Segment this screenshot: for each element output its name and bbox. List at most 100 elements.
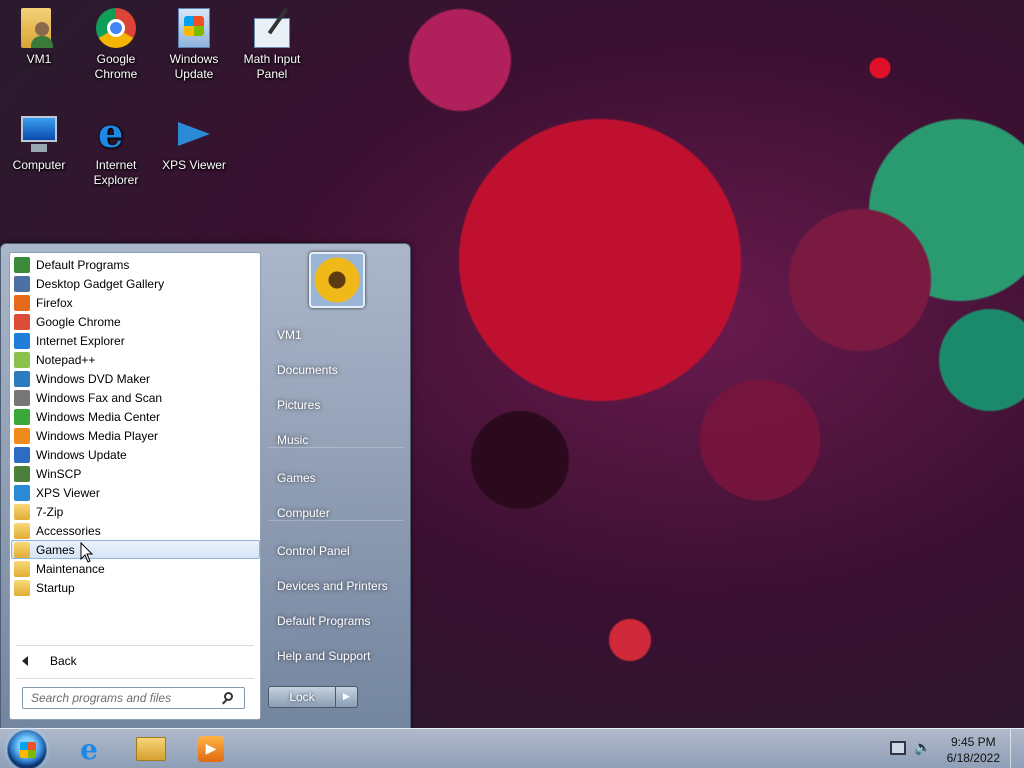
- xps-viewer-icon: [14, 484, 30, 501]
- right-link[interactable]: Control Panel: [269, 536, 405, 566]
- media-player-icon: ▶: [198, 736, 224, 762]
- right-link[interactable]: Devices and Printers: [269, 571, 405, 601]
- volume-icon[interactable]: 🔈: [914, 740, 931, 756]
- taskbar-explorer-button[interactable]: [124, 732, 178, 766]
- start-button[interactable]: [7, 730, 47, 768]
- program-item[interactable]: Internet Explorer: [11, 331, 260, 350]
- program-item[interactable]: WinSCP: [11, 464, 260, 483]
- program-item[interactable]: XPS Viewer: [11, 483, 260, 502]
- ie-icon: [14, 332, 30, 349]
- user-picture[interactable]: [309, 252, 365, 308]
- search-box[interactable]: [22, 687, 245, 709]
- fax-icon: [14, 389, 30, 406]
- back-button[interactable]: Back: [16, 651, 254, 671]
- ie-icon: e: [98, 110, 124, 157]
- program-label: Startup: [36, 580, 75, 595]
- desktop-icon-computer[interactable]: Computer: [0, 112, 78, 173]
- program-item[interactable]: Windows Media Player: [11, 426, 260, 445]
- program-item[interactable]: Startup: [11, 578, 260, 597]
- program-item[interactable]: Default Programs: [11, 255, 260, 274]
- program-item[interactable]: 7-Zip: [11, 502, 260, 521]
- desktop-icon-xps-viewer[interactable]: XPS Viewer: [155, 112, 233, 173]
- math-input-icon: [250, 6, 294, 50]
- gadget-icon: [14, 275, 30, 292]
- program-item[interactable]: Google Chrome: [11, 312, 260, 331]
- desktop-icon-label: XPS Viewer: [162, 158, 226, 172]
- desktop-icon-label: Windows Update: [169, 52, 219, 81]
- folder-icon: [14, 522, 30, 539]
- program-item[interactable]: Windows Fax and Scan: [11, 388, 260, 407]
- program-label: XPS Viewer: [36, 485, 100, 500]
- program-label: Windows DVD Maker: [36, 371, 151, 386]
- program-label: Default Programs: [36, 257, 130, 272]
- program-item[interactable]: Windows DVD Maker: [11, 369, 260, 388]
- desktop-icon-vm1[interactable]: VM1: [0, 6, 78, 67]
- program-label: Desktop Gadget Gallery: [36, 276, 165, 291]
- divider: [16, 678, 254, 679]
- clock-date: 6/18/2022: [946, 751, 1000, 765]
- desktop-icon-google-chrome[interactable]: Google Chrome: [77, 6, 155, 82]
- lock-button[interactable]: Lock: [268, 686, 336, 708]
- program-label: Notepad++: [36, 352, 96, 367]
- desktop-icon-label: VM1: [26, 52, 52, 66]
- right-link[interactable]: Computer: [269, 498, 405, 528]
- program-label: 7-Zip: [36, 504, 64, 519]
- program-label: Games: [36, 542, 75, 557]
- program-item[interactable]: Windows Media Center: [11, 407, 260, 426]
- program-label: Accessories: [36, 523, 101, 538]
- program-item[interactable]: Games: [11, 540, 260, 559]
- right-link[interactable]: VM1: [269, 320, 405, 350]
- firefox-icon: [14, 294, 30, 311]
- program-item[interactable]: Accessories: [11, 521, 260, 540]
- desktop-icon-label: Computer: [12, 158, 66, 172]
- xps-viewer-icon: [172, 112, 216, 156]
- chrome-icon: [94, 6, 138, 50]
- program-item[interactable]: Firefox: [11, 293, 260, 312]
- program-label: WinSCP: [36, 466, 82, 481]
- explorer-icon: [136, 737, 166, 761]
- program-label: Maintenance: [36, 561, 105, 576]
- folder-icon: [14, 560, 30, 577]
- program-label: Windows Media Center: [36, 409, 161, 424]
- taskbar-media-player-button[interactable]: ▶: [184, 732, 238, 766]
- dvd-maker-icon: [14, 370, 30, 387]
- desktop-icon-windows-update[interactable]: Windows Update: [155, 6, 233, 82]
- ie-icon: e: [80, 732, 98, 766]
- divider: [269, 447, 403, 448]
- windows-update-icon: [14, 446, 30, 463]
- program-label: Windows Update: [36, 447, 127, 462]
- all-programs-pane: Default Programs Desktop Gadget Gallery Fi…: [9, 252, 261, 720]
- back-arrow-icon: [22, 656, 28, 666]
- program-label: Firefox: [36, 295, 73, 310]
- program-item[interactable]: Windows Update: [11, 445, 260, 464]
- right-link[interactable]: Pictures: [269, 390, 405, 420]
- shutdown-options-arrow-icon[interactable]: ▶: [336, 686, 358, 708]
- desktop-icon-math-input-panel[interactable]: Math Input Panel: [233, 6, 311, 82]
- show-desktop-button[interactable]: [1010, 729, 1024, 768]
- right-link[interactable]: Music: [269, 425, 405, 455]
- clock-time: 9:45 PM: [950, 735, 996, 749]
- folder-icon: [14, 579, 30, 596]
- desktop-icon-internet-explorer[interactable]: e Internet Explorer: [77, 112, 155, 188]
- network-icon[interactable]: [890, 741, 906, 755]
- media-player-icon: [14, 427, 30, 444]
- program-label: Google Chrome: [36, 314, 121, 329]
- right-link[interactable]: Documents: [269, 355, 405, 385]
- program-item[interactable]: Desktop Gadget Gallery: [11, 274, 260, 293]
- notepadpp-icon: [14, 351, 30, 368]
- program-label: Windows Media Player: [36, 428, 159, 443]
- program-item[interactable]: Maintenance: [11, 559, 260, 578]
- taskbar-ie-button[interactable]: e: [62, 732, 116, 766]
- clock[interactable]: 9:45 PM 6/18/2022: [947, 734, 1000, 766]
- divider: [269, 520, 403, 521]
- right-link[interactable]: Help and Support: [269, 641, 405, 671]
- windows-logo-icon: [20, 742, 36, 758]
- default-programs-icon: [14, 256, 30, 273]
- program-item[interactable]: Notepad++: [11, 350, 260, 369]
- search-input[interactable]: [31, 691, 221, 705]
- search-icon[interactable]: [221, 691, 235, 705]
- right-link[interactable]: Default Programs: [269, 606, 405, 636]
- desktop-icon-label: Internet Explorer: [93, 158, 139, 187]
- right-link[interactable]: Games: [269, 463, 405, 493]
- program-label: Internet Explorer: [36, 333, 125, 348]
